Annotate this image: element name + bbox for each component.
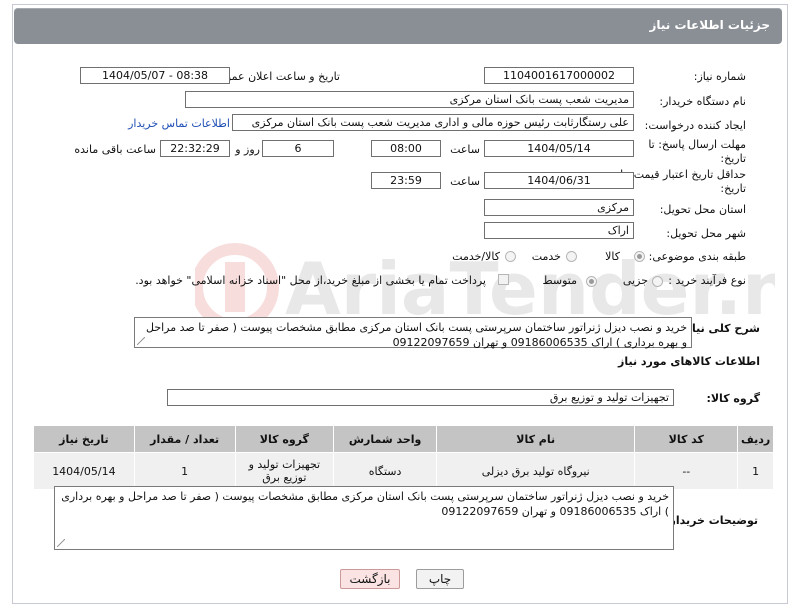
buyer-notes-label: توضیحات خریدار:: [665, 514, 758, 527]
process-radio-medium[interactable]: [586, 276, 597, 287]
col-code: کد کالا: [634, 425, 739, 453]
category-radio-service[interactable]: [566, 251, 577, 262]
back-button[interactable]: بازگشت: [340, 569, 400, 589]
process-option-minor: جزیی: [622, 274, 648, 287]
table-header-row: ردیف کد کالا نام کالا واحد شمارش گروه کا…: [33, 425, 774, 453]
reply-deadline-label: مهلت ارسال پاسخ: تا تاریخ:: [648, 138, 746, 165]
province-field: مرکزی: [484, 199, 634, 216]
announce-field: 1404/05/07 - 08:38: [80, 67, 230, 84]
cell-unit: دستگاه: [333, 452, 438, 490]
cell-qty: 1: [133, 452, 236, 490]
goods-group-field: تجهیزات تولید و توزیع برق: [167, 389, 674, 406]
goods-section-title: اطلاعات کالاهای مورد نیاز: [618, 355, 760, 368]
reply-date-field: 1404/05/14: [484, 140, 634, 157]
cell-name: نیروگاه تولید برق دیزلی: [436, 452, 636, 490]
cell-code: --: [634, 452, 739, 490]
need-number-field: 1104001617000002: [484, 67, 634, 84]
remaining-label: ساعت باقی مانده: [74, 143, 156, 156]
requester-field: علی رستگارثابت رئیس حوزه مالی و اداری مد…: [232, 114, 634, 131]
goods-table: ردیف کد کالا نام کالا واحد شمارش گروه کا…: [33, 425, 774, 490]
print-button[interactable]: چاپ: [416, 569, 464, 589]
city-label: شهر محل تحویل:: [666, 227, 746, 240]
treasury-checkbox[interactable]: [498, 274, 509, 285]
category-radio-goods-service[interactable]: [505, 251, 516, 262]
process-label: نوع فرآیند خرید :: [668, 274, 746, 287]
description-textarea: خرید و نصب دیزل ژنراتور ساختمان سرپرستی …: [134, 317, 692, 349]
category-option-goods: کالا: [605, 250, 620, 263]
process-radio-minor[interactable]: [652, 276, 663, 287]
cell-row: 1: [737, 452, 774, 490]
col-group: گروه کالا: [234, 425, 335, 453]
col-row: ردیف: [737, 425, 774, 453]
contact-info-link[interactable]: اطلاعات تماس خریدار: [128, 117, 230, 130]
category-radio-goods[interactable]: [634, 251, 645, 262]
validity-date-field: 1404/06/31: [484, 172, 634, 189]
col-qty: تعداد / مقدار: [133, 425, 236, 453]
col-name: نام کالا: [436, 425, 636, 453]
description-label: شرح کلی نیاز:: [681, 322, 760, 335]
buyer-org-field: مدیریت شعب پست بانک استان مرکزی: [185, 91, 634, 108]
panel-header: جزئیات اطلاعات نیاز: [14, 8, 782, 44]
cell-date: 1404/05/14: [33, 452, 135, 490]
col-date: تاریخ نیاز: [33, 425, 135, 453]
col-unit: واحد شمارش: [333, 425, 438, 453]
panel-title: جزئیات اطلاعات نیاز: [649, 18, 770, 32]
process-option-medium: متوسط: [542, 274, 577, 287]
validity-time-label: ساعت: [450, 175, 480, 188]
remaining-time-field: 22:32:29: [160, 140, 230, 157]
table-row: 1 -- نیروگاه تولید برق دیزلی دستگاه تجهی…: [33, 452, 774, 490]
buyer-org-label: نام دستگاه خریدار:: [659, 95, 746, 108]
buyer-notes-text: خرید و نصب دیزل ژنراتور ساختمان سرپرستی …: [61, 490, 669, 518]
province-label: استان محل تحویل:: [659, 203, 746, 216]
cell-group: تجهیزات تولید و توزیع برق: [234, 452, 335, 490]
city-field: اراک: [484, 222, 634, 239]
category-option-goods-service: کالا/خدمت: [452, 250, 500, 263]
resize-grip-icon[interactable]: [57, 539, 65, 547]
days-label: روز و: [235, 143, 260, 156]
need-number-label: شماره نیاز:: [693, 70, 746, 83]
buyer-notes-textarea: خرید و نصب دیزل ژنراتور ساختمان سرپرستی …: [54, 486, 674, 550]
category-label: طبقه بندی موضوعی:: [648, 250, 746, 263]
resize-grip-icon[interactable]: [137, 337, 145, 345]
reply-time-field: 08:00: [371, 140, 441, 157]
reply-time-label: ساعت: [450, 143, 480, 156]
requester-label: ایجاد کننده درخواست:: [644, 119, 746, 132]
payment-note: پرداخت تمام یا بخشی از مبلغ خرید،از محل …: [135, 274, 486, 287]
description-text: خرید و نصب دیزل ژنراتور ساختمان سرپرستی …: [145, 321, 687, 349]
goods-group-label: گروه کالا:: [706, 392, 760, 405]
validity-time-field: 23:59: [371, 172, 441, 189]
category-option-service: خدمت: [531, 250, 561, 263]
days-field: 6: [262, 140, 334, 157]
